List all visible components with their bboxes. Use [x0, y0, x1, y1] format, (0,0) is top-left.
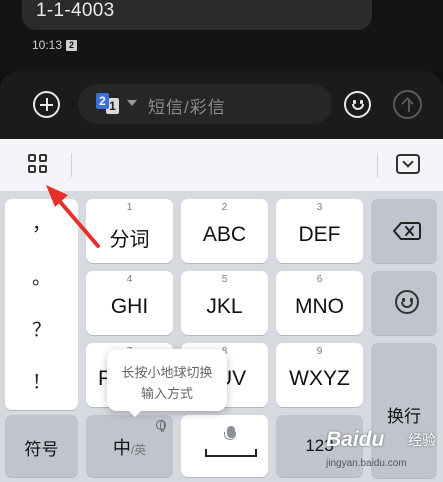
baidu-watermark: Baidu 经验 jingyan.baidu.com: [322, 424, 440, 480]
annotation-arrow-icon: [46, 185, 100, 248]
watermark-jingyan: 经验: [408, 432, 436, 448]
watermark-url: jingyan.baidu.com: [326, 458, 407, 469]
watermark-brand: Baidu: [326, 428, 385, 451]
